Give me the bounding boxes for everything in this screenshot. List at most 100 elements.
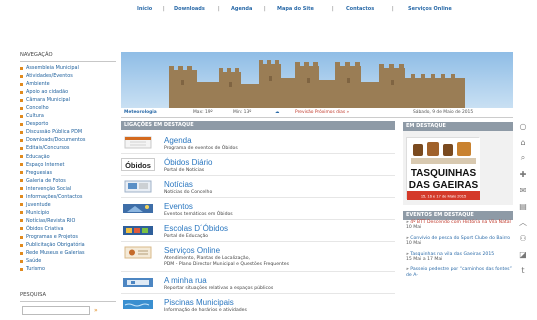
event-title[interactable]: Tasquinhas na vila das Gaeiras 2015 xyxy=(410,252,494,257)
event-title[interactable]: Convívio de pesca do Sport Clube do Bair… xyxy=(410,236,510,241)
sidebar-item[interactable]: Turismo xyxy=(20,265,116,273)
nav-servicos-online[interactable]: Serviços Online xyxy=(408,6,452,12)
circle-icon[interactable]: ○ xyxy=(517,120,529,132)
link-title[interactable]: Eventos xyxy=(164,202,193,211)
weather-forecast-link[interactable]: Previsão Próximos dias » xyxy=(295,110,349,115)
sidebar-item[interactable]: Óbidos Criativa xyxy=(20,225,116,233)
sidebar-item-label[interactable]: Ambiente xyxy=(26,80,50,88)
plus-icon[interactable]: ✚ xyxy=(517,168,529,180)
sidebar-item[interactable]: Downloads/Documentos xyxy=(20,136,116,144)
weather-bar: Meteorologia Max: 19º Min: 13º ☁ Previsã… xyxy=(121,108,513,118)
sidebar-item[interactable]: Saúde xyxy=(20,257,116,265)
up-icon[interactable]: ︿ xyxy=(517,216,529,228)
sidebar-item[interactable]: Educação xyxy=(20,153,116,161)
sidebar-item-label[interactable]: Atividades/Eventos xyxy=(26,72,73,80)
sidebar-item[interactable]: Galeria de Fotos xyxy=(20,177,116,185)
sidebar-item-label[interactable]: Downloads/Documentos xyxy=(26,136,85,144)
sidebar-item[interactable]: Município xyxy=(20,209,116,217)
sidebar-item-label[interactable]: Intervenção Social xyxy=(26,185,71,193)
sidebar-item-label[interactable]: Publicitação Obrigatória xyxy=(26,241,85,249)
sidebar-item-label[interactable]: Discussão Pública PDM xyxy=(26,128,82,136)
people-icon[interactable]: ⚇ xyxy=(517,232,529,244)
home-icon[interactable]: ⌂ xyxy=(517,136,529,148)
search-input[interactable] xyxy=(22,306,90,315)
sidebar-item[interactable]: Rede Museus e Galerias xyxy=(20,249,116,257)
link-title[interactable]: Piscinas Municipais xyxy=(164,298,234,307)
print-icon[interactable]: ▤ xyxy=(517,200,529,212)
event-title[interactable]: Passeio pedestre por “caminhos das fonte… xyxy=(406,267,512,277)
sidebar-item-label[interactable]: Município xyxy=(26,209,49,217)
link-noticias[interactable]: Notícias Notícias do Concelho xyxy=(121,176,395,198)
sidebar-item-label[interactable]: Apoio ao cidadão xyxy=(26,88,68,96)
link-piscinas[interactable]: Piscinas Municipais Informação de horári… xyxy=(121,294,395,316)
sidebar-item-label[interactable]: Cultura xyxy=(26,112,44,120)
sidebar-item[interactable]: Juventude xyxy=(20,201,116,209)
link-title[interactable]: A minha rua xyxy=(164,276,207,285)
link-eventos[interactable]: Eventos Eventos temáticos em Óbidos xyxy=(121,198,395,220)
nav-contactos[interactable]: Contactos xyxy=(346,6,374,12)
link-title[interactable]: Agenda xyxy=(164,136,192,145)
sidebar-item[interactable]: Cultura xyxy=(20,112,116,120)
top-nav: Início | Downloads | Agenda | Mapa do Si… xyxy=(0,6,537,18)
sidebar-item[interactable]: Apoio ao cidadão xyxy=(20,88,116,96)
sidebar-item-label[interactable]: Juventude xyxy=(26,201,51,209)
event-item[interactable]: » 4º BTT Descendo com História na Vila N… xyxy=(403,220,513,231)
sidebar-item-label[interactable]: Rede Museus e Galerias xyxy=(26,249,85,257)
sidebar-item-label[interactable]: Espaço Internet xyxy=(26,161,64,169)
link-title[interactable]: Notícias xyxy=(164,180,193,189)
twitter-icon[interactable]: t xyxy=(517,264,529,276)
bullet-icon xyxy=(20,82,23,86)
sidebar-item-label[interactable]: Editais/Concursos xyxy=(26,144,69,152)
sidebar-item[interactable]: Publicitação Obrigatória xyxy=(20,241,116,249)
sidebar-item[interactable]: Ambiente xyxy=(20,80,116,88)
sidebar-item[interactable]: Editais/Concursos xyxy=(20,144,116,152)
search-icon[interactable]: ⌕ xyxy=(517,152,529,164)
nav-downloads[interactable]: Downloads xyxy=(174,6,205,12)
sidebar-item[interactable]: Freguesias xyxy=(20,169,116,177)
mail-icon[interactable]: ✉ xyxy=(517,184,529,196)
sidebar-item[interactable]: Programas e Projetos xyxy=(20,233,116,241)
link-servicos-online[interactable]: Serviços Online Atendimento, Plantas de … xyxy=(121,242,395,272)
sidebar-item-label[interactable]: Assembleia Municipal xyxy=(26,64,79,72)
link-escolas[interactable]: Escolas D´Óbidos Portal de Educação xyxy=(121,220,395,242)
sidebar-item-label[interactable]: Galeria de Fotos xyxy=(26,177,66,185)
sidebar-item-label[interactable]: Notícias/Revista RIO xyxy=(26,217,75,225)
event-item[interactable]: » Convívio de pesca do Sport Clube do Ba… xyxy=(403,236,513,247)
nav-mapa-do-site[interactable]: Mapa do Site xyxy=(277,6,314,12)
tasquinhas-poster[interactable]: TASQUINHAS DAS GAEIRAS 15, 16 e 17 de Ma… xyxy=(406,137,480,200)
sidebar-item[interactable]: Assembleia Municipal xyxy=(20,64,116,72)
sidebar-item-label[interactable]: Concelho xyxy=(26,104,49,112)
sidebar-item-label[interactable]: Câmara Municipal xyxy=(26,96,70,104)
sidebar-item[interactable]: Espaço Internet xyxy=(20,161,116,169)
sidebar-item[interactable]: Câmara Municipal xyxy=(20,96,116,104)
weather-min: Min: 13º xyxy=(233,110,252,115)
sidebar-item[interactable]: Intervenção Social xyxy=(20,185,116,193)
link-a-minha-rua[interactable]: A minha rua Reportar situações relativas… xyxy=(121,272,395,294)
nav-inicio[interactable]: Início xyxy=(137,6,152,12)
link-obidos-diario[interactable]: Óbidos Óbidos Diário Portal de Notícias xyxy=(121,154,395,176)
event-title[interactable]: 4º BTT Descendo com História na Vila Nat… xyxy=(410,220,511,225)
sidebar-item[interactable]: Informações/Contactos xyxy=(20,193,116,201)
event-item[interactable]: » Tasquinhas na vila das Gaeiras 2015 15 … xyxy=(403,252,513,263)
sidebar-item-label[interactable]: Informações/Contactos xyxy=(26,193,82,201)
nav-agenda[interactable]: Agenda xyxy=(231,6,252,12)
rss-icon[interactable]: ◪ xyxy=(517,248,529,260)
sidebar-item[interactable]: Discussão Pública PDM xyxy=(20,128,116,136)
sidebar-item-label[interactable]: Saúde xyxy=(26,257,41,265)
link-agenda[interactable]: Agenda Programa de eventos de Óbidos xyxy=(121,132,395,154)
sidebar-item-label[interactable]: Programas e Projetos xyxy=(26,233,78,241)
link-title[interactable]: Óbidos Diário xyxy=(164,158,212,167)
link-title[interactable]: Serviços Online xyxy=(164,246,220,255)
sidebar-item-label[interactable]: Turismo xyxy=(26,265,45,273)
sidebar-item[interactable]: Concelho xyxy=(20,104,116,112)
search-go-button[interactable]: » xyxy=(94,307,98,314)
sidebar-item-label[interactable]: Desporto xyxy=(26,120,48,128)
sidebar-item[interactable]: Desporto xyxy=(20,120,116,128)
sidebar-item[interactable]: Notícias/Revista RIO xyxy=(20,217,116,225)
sidebar-item-label[interactable]: Óbidos Criativa xyxy=(26,225,63,233)
sidebar-item-label[interactable]: Freguesias xyxy=(26,169,52,177)
event-item[interactable]: » Passeio pedestre por “caminhos das fon… xyxy=(403,267,513,278)
sidebar-item-label[interactable]: Educação xyxy=(26,153,50,161)
sidebar-item[interactable]: Atividades/Eventos xyxy=(20,72,116,80)
link-title[interactable]: Escolas D´Óbidos xyxy=(164,224,228,233)
